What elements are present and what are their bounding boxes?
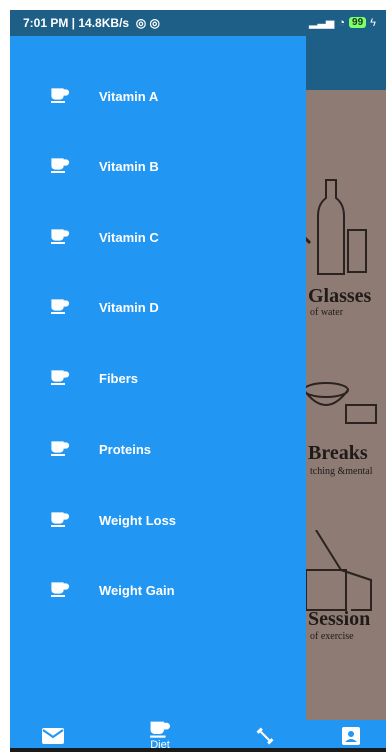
poster-sub-3: of exercise	[310, 631, 354, 642]
poster-word-3: Session	[308, 608, 371, 630]
notification-icon: ◎ ◎	[132, 16, 161, 30]
screen: Glasses of water Breaks tching &mental S…	[0, 0, 386, 752]
system-nav-strip	[10, 748, 386, 752]
drawer-item-label: Weight Gain	[99, 582, 175, 598]
drawer-item-vitamin-d[interactable]: Vitamin D	[10, 285, 306, 329]
drawer-item-label: Vitamin C	[99, 229, 159, 245]
bottle-illustration	[306, 179, 367, 275]
drawer-item-fibers[interactable]: Fibers	[10, 356, 306, 400]
dumbbell-icon	[256, 727, 274, 745]
drawer-item-weight-gain[interactable]: Weight Gain	[10, 568, 306, 612]
account-box-icon	[342, 727, 360, 745]
status-bar: 7:01 PM | 14.8KB/s ◎ ◎ ▂▃▅ ◔ 99 ϟ	[10, 10, 386, 36]
poster-sub-2: tching &mental	[310, 466, 373, 477]
coffee-cup-icon	[51, 512, 70, 527]
navigation-drawer: Vitamin A Vitamin B Vitamin C Vitamin D …	[10, 36, 306, 720]
coffee-cup-icon	[51, 441, 70, 456]
poster-word-2: Breaks	[308, 442, 368, 464]
wifi-icon: ◔	[338, 16, 346, 29]
bowl-illustration	[306, 382, 377, 424]
charging-icon: ϟ	[370, 16, 376, 29]
mail-icon	[42, 728, 64, 744]
coffee-cup-icon	[51, 158, 70, 173]
drawer-item-label: Weight Loss	[99, 512, 177, 528]
drawer-item-vitamin-c[interactable]: Vitamin C	[10, 215, 306, 259]
drawer-item-weight-loss[interactable]: Weight Loss	[10, 498, 306, 542]
coffee-cup-icon	[51, 88, 70, 103]
drawer-item-label: Vitamin D	[99, 299, 159, 315]
drawer-item-vitamin-a[interactable]: Vitamin A	[10, 74, 306, 118]
coffee-cup-icon	[51, 370, 70, 385]
drawer-item-label: Vitamin A	[99, 88, 159, 104]
coffee-cup-icon	[51, 582, 70, 597]
drawer-item-vitamin-b[interactable]: Vitamin B	[10, 144, 306, 188]
status-right: ▂▃▅ ◔ 99 ϟ	[309, 16, 376, 30]
background-poster: Glasses of water Breaks tching &mental S…	[306, 90, 386, 730]
drawer-item-label: Proteins	[99, 441, 152, 457]
drawer-item-proteins[interactable]: Proteins	[10, 427, 306, 471]
signal-icon: ▂▃▅	[309, 17, 335, 29]
drawer-item-label: Vitamin B	[99, 158, 159, 174]
coffee-cup-icon	[51, 229, 70, 244]
poster-word-1: Glasses	[308, 285, 372, 307]
coffee-cup-icon	[150, 721, 170, 738]
status-time: 7:01 PM | 14.8KB/s ◎ ◎	[23, 16, 161, 30]
exercise-illustration	[306, 530, 372, 611]
coffee-cup-icon	[51, 299, 70, 314]
drawer-item-label: Fibers	[99, 370, 139, 386]
battery-indicator: 99	[349, 17, 367, 28]
poster-sub-1: of water	[310, 307, 344, 318]
